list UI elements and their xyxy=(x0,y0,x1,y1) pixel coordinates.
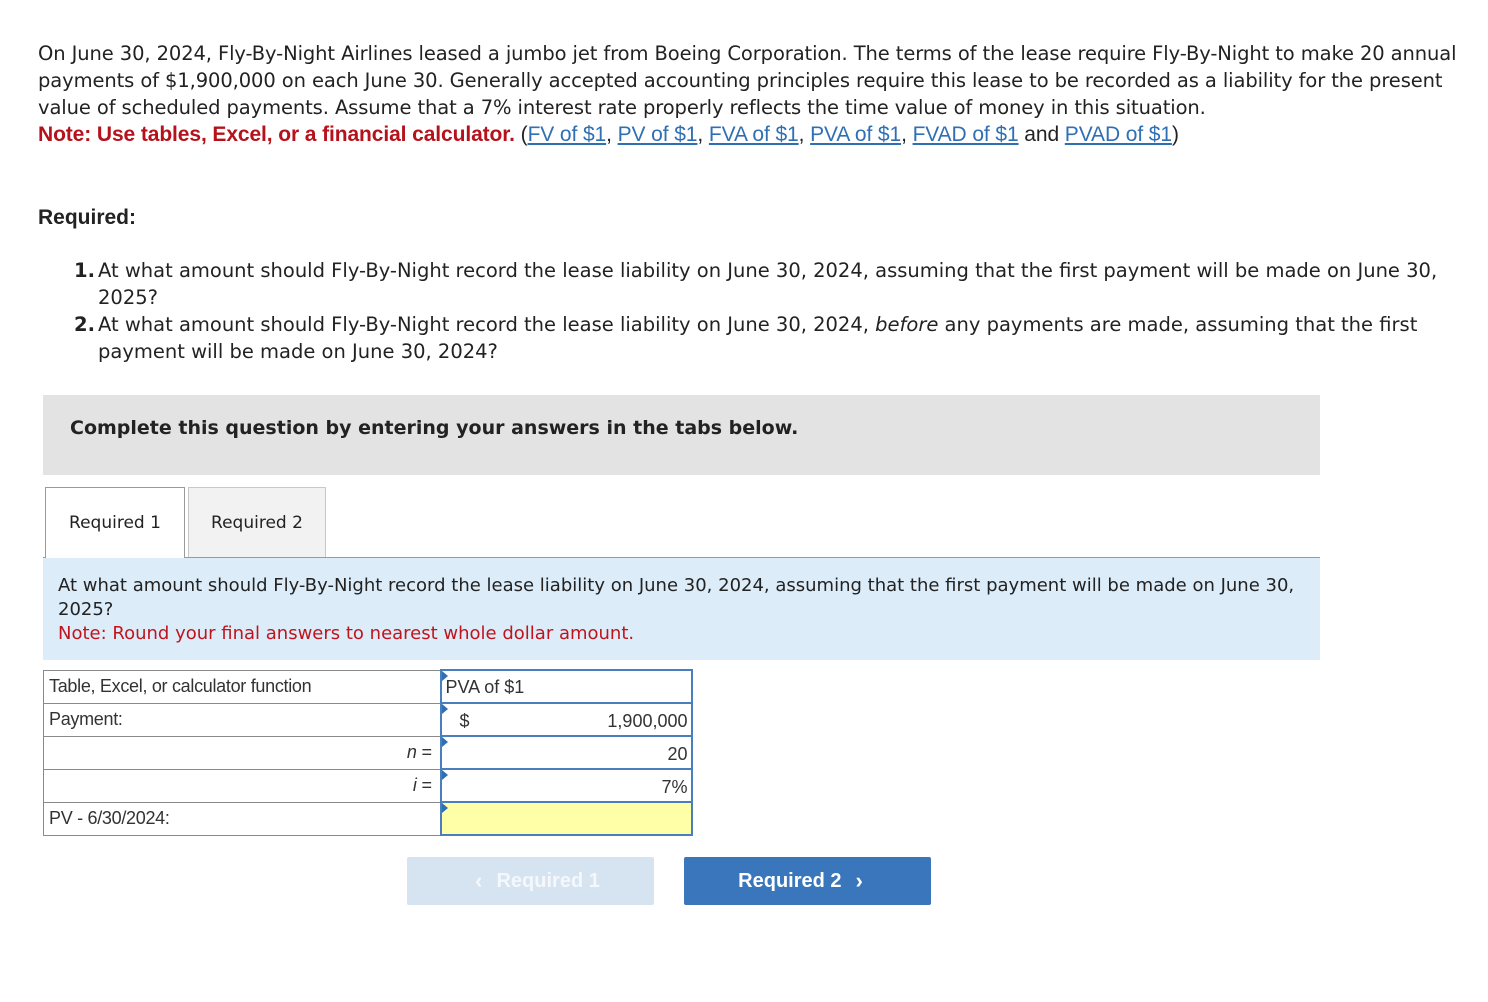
tab-required-2[interactable]: Required 2 xyxy=(188,487,326,557)
required-item-1: 1. At what amount should Fly-By-Night rec… xyxy=(74,257,1454,311)
item-number: 1. xyxy=(74,259,95,282)
required-heading: Required: xyxy=(38,206,137,229)
and-text: and xyxy=(1018,123,1065,146)
n-value: 20 xyxy=(667,744,688,764)
row-label: n = xyxy=(43,735,441,770)
link-pvad-of-1[interactable]: PVAD of $1 xyxy=(1065,123,1172,146)
table-row: PV - 6/30/2024: xyxy=(43,801,693,836)
row-label: i = xyxy=(43,768,441,803)
required-list: 1. At what amount should Fly-By-Night rec… xyxy=(74,257,1454,365)
sep: , xyxy=(901,123,913,146)
table-row: n = 20 xyxy=(43,735,693,770)
link-fv-of-1[interactable]: FV of $1 xyxy=(528,123,607,146)
row-label: Table, Excel, or calculator function xyxy=(43,669,441,704)
table-row: Table, Excel, or calculator function PVA… xyxy=(43,669,693,704)
question-panel: At what amount should Fly-By-Night recor… xyxy=(43,557,1320,660)
cell-flag-icon xyxy=(441,704,448,714)
question-note: Note: Round your final answers to neares… xyxy=(58,623,635,644)
item-text: At what amount should Fly-By-Night recor… xyxy=(98,259,1438,309)
function-input[interactable]: PVA of $1 xyxy=(439,669,693,704)
pv-answer-input[interactable] xyxy=(439,801,693,836)
question-text: At what amount should Fly-By-Night recor… xyxy=(58,575,1295,620)
link-pv-of-1[interactable]: PV of $1 xyxy=(618,123,698,146)
row-label: Payment: xyxy=(43,702,441,737)
payment-value: 1,900,000 xyxy=(607,711,688,731)
chevron-right-icon: › xyxy=(855,868,863,893)
table-row: Payment: $ 1,900,000 xyxy=(43,702,693,737)
next-required-2-button[interactable]: Required 2 › xyxy=(684,857,931,905)
prev-button-label: Required 1 xyxy=(496,869,600,892)
item-number: 2. xyxy=(74,313,95,336)
i-input[interactable]: 7% xyxy=(439,768,693,803)
item-emphasis: before xyxy=(875,313,939,336)
note-bold: Note: Use tables, Excel, or a financial … xyxy=(38,123,515,146)
function-value: PVA of $1 xyxy=(445,677,525,697)
link-fva-of-1[interactable]: FVA of $1 xyxy=(709,123,799,146)
sep: , xyxy=(798,123,811,146)
note-line: Note: Use tables, Excel, or a financial … xyxy=(38,121,1458,148)
cell-flag-icon xyxy=(441,803,448,813)
sep: , xyxy=(606,123,618,146)
problem-statement: On June 30, 2024, Fly-By-Night Airlines … xyxy=(38,40,1458,148)
problem-text: On June 30, 2024, Fly-By-Night Airlines … xyxy=(38,42,1457,119)
currency-symbol: $ xyxy=(459,711,470,731)
link-fvad-of-1[interactable]: FVAD of $1 xyxy=(913,123,1019,146)
paren: ) xyxy=(1171,123,1179,146)
row-label: PV - 6/30/2024: xyxy=(43,801,441,836)
sep: , xyxy=(697,123,709,146)
n-input[interactable]: 20 xyxy=(439,735,693,770)
table-row: i = 7% xyxy=(43,768,693,803)
instruction-banner: Complete this question by entering your … xyxy=(43,395,1320,475)
item-text: At what amount should Fly-By-Night recor… xyxy=(98,313,876,336)
cell-flag-icon xyxy=(441,770,448,780)
chevron-left-icon: ‹ xyxy=(475,868,483,893)
payment-input[interactable]: $ 1,900,000 xyxy=(439,702,693,737)
next-button-label: Required 2 xyxy=(738,869,842,892)
link-pva-of-1[interactable]: PVA of $1 xyxy=(810,123,901,146)
prev-required-1-button[interactable]: ‹ Required 1 xyxy=(407,857,654,905)
question-text-block: At what amount should Fly-By-Night recor… xyxy=(58,574,1308,646)
tab-required-1[interactable]: Required 1 xyxy=(45,487,185,558)
cell-flag-icon xyxy=(441,737,448,747)
calculation-table: Table, Excel, or calculator function PVA… xyxy=(43,669,693,836)
banner-text: Complete this question by entering your … xyxy=(70,417,799,439)
paren: ( xyxy=(514,123,528,146)
i-value: 7% xyxy=(661,777,688,797)
required-item-2: 2. At what amount should Fly-By-Night rec… xyxy=(74,311,1454,365)
